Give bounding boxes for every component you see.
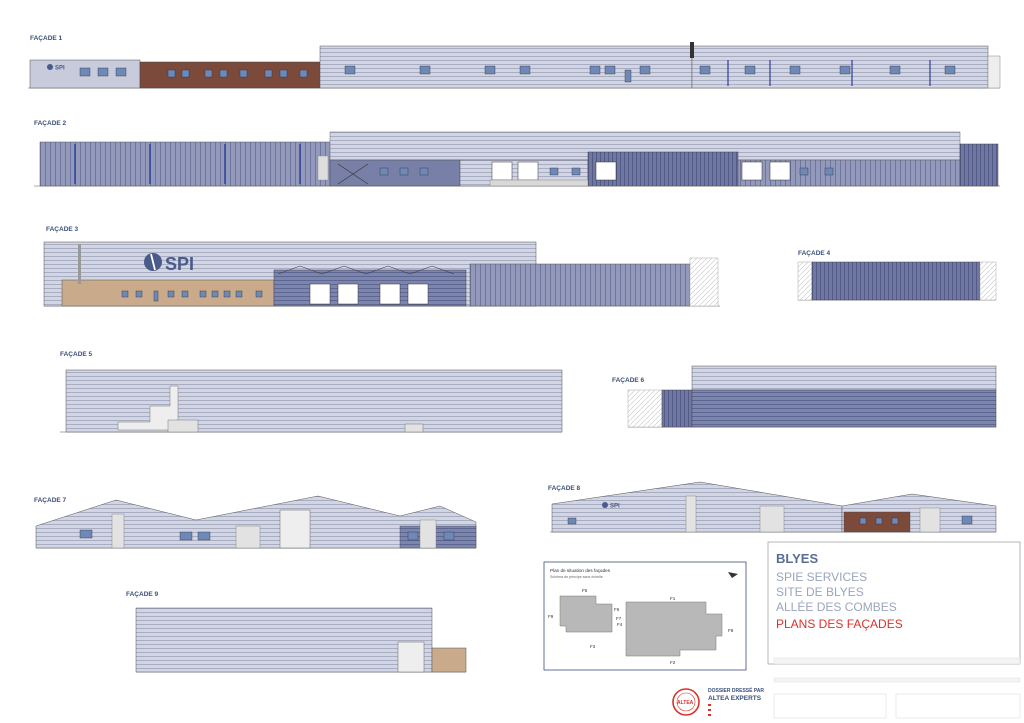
plan-label-f2: F2: [670, 660, 676, 665]
facade-label: FAÇADE 6: [612, 377, 645, 384]
facade-9: FAÇADE 9: [126, 591, 467, 673]
stamp-line-2: ALTEA EXPERTS: [708, 695, 762, 702]
spi-logo: SPI: [144, 253, 194, 274]
facade-label: FAÇADE 8: [548, 485, 581, 492]
title-line-5: PLANS DES FAÇADES: [776, 617, 903, 631]
situation-plan-subtitle: Schéma de principe sans échelle: [550, 575, 603, 579]
title-block: BLYES SPIE SERVICES SITE DE BLYES ALLÉE …: [767, 541, 1021, 719]
title-line-1: BLYES: [776, 551, 818, 566]
facade-8: FAÇADE 8 SPI: [548, 481, 997, 533]
plan-label-f1: F1: [670, 596, 676, 601]
altea-stamp: ALTEA DOSSIER DRESSÉ PAR ALTEA EXPERTS: [672, 686, 764, 716]
stamp-line-1: DOSSIER DRESSÉ PAR: [708, 686, 764, 694]
facade-2: FAÇADE 2: [34, 120, 1000, 187]
plan-label-f7: F7: [616, 616, 622, 621]
facade-5: FAÇADE 5: [60, 351, 563, 433]
title-line-2: SPIE SERVICES: [776, 570, 867, 584]
facade-label: FAÇADE 1: [30, 35, 63, 42]
title-line-4: ALLÉE DES COMBES: [776, 599, 897, 614]
facade-4: FAÇADE 4: [797, 250, 997, 301]
facade-label: FAÇADE 9: [126, 591, 159, 598]
situation-plan: Plan de situation des façades Schéma de …: [543, 561, 747, 671]
title-line-3: SITE DE BLYES: [776, 585, 864, 599]
stamp-seal-text: ALTEA: [677, 700, 694, 706]
facade-label: FAÇADE 3: [46, 226, 79, 233]
plan-label-f5: F5: [582, 588, 588, 593]
facade-1: FAÇADE 1 SPI: [28, 35, 1001, 89]
situation-plan-title: Plan de situation des façades: [550, 568, 611, 573]
facade-plan-sheet: FAÇADE 1 SPI FAÇADE 2 FAÇADE 3 SPI FAÇAD…: [28, 35, 1021, 719]
logo-text: SPI: [610, 504, 620, 510]
facade-6: FAÇADE 6: [612, 365, 997, 428]
facade-label: FAÇADE 5: [60, 351, 93, 358]
facade-label: FAÇADE 7: [34, 497, 67, 504]
logo-text: SPI: [165, 254, 194, 274]
facade-label: FAÇADE 2: [34, 120, 67, 127]
plan-label-f6: F6: [614, 607, 620, 612]
logo-text: SPI: [55, 66, 65, 72]
plan-label-f9: F9: [548, 614, 554, 619]
facade-label: FAÇADE 4: [798, 250, 831, 257]
plan-label-f8: F8: [728, 628, 734, 633]
plan-label-f4: F4: [617, 622, 623, 627]
facade-3: FAÇADE 3 SPI: [43, 226, 720, 307]
facade-7: FAÇADE 7: [34, 495, 477, 549]
plan-label-f3: F3: [590, 644, 596, 649]
